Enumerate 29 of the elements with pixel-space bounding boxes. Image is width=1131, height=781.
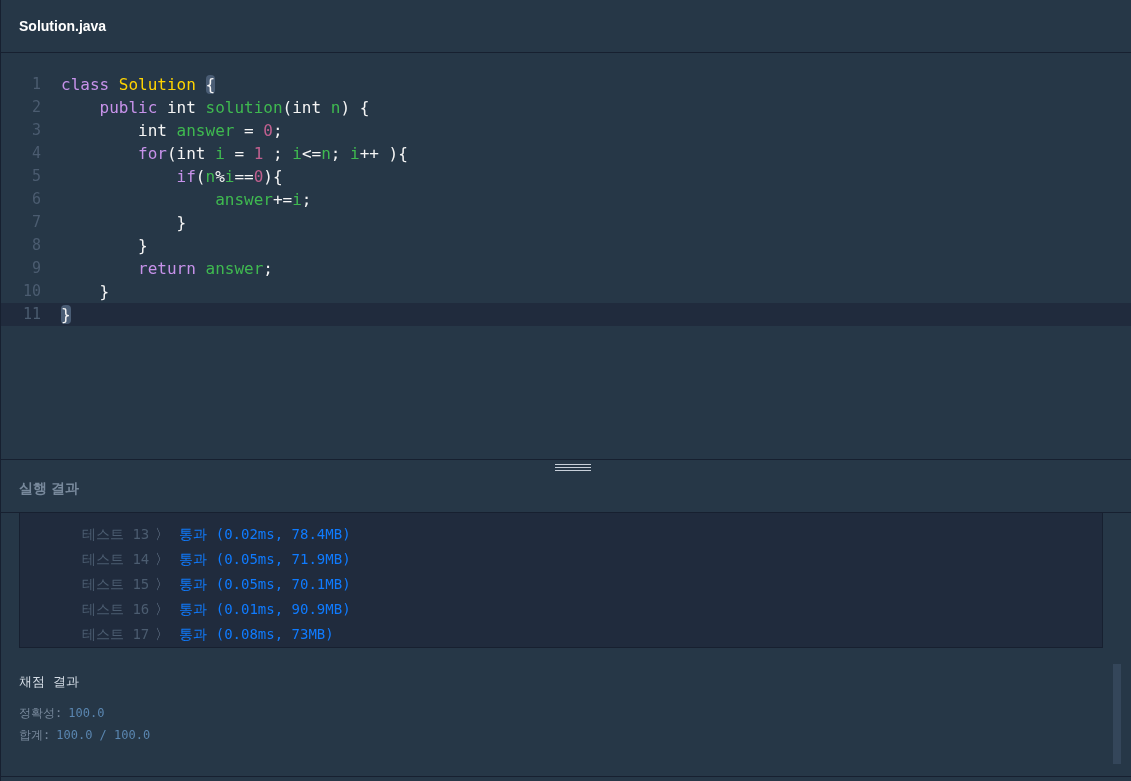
test-result: 통과 (0.02ms, 78.4MB) (179, 525, 351, 544)
code-line: return answer; (137, 257, 273, 280)
code-line: answer+=i; (214, 188, 312, 211)
code-line: for(int i = 1 ; i<=n; i++ ){ (137, 142, 408, 165)
code-line: if(n%i==0){ (175, 165, 283, 188)
file-name[interactable]: Solution.java (19, 15, 107, 37)
test-result: 통과 (0.08ms, 73MB) (179, 625, 334, 644)
test-result: 통과 (0.05ms, 71.9MB) (179, 550, 351, 569)
grading-value: 100.0 / 100.0 (56, 726, 151, 744)
code-line: int answer = 0; (137, 119, 283, 142)
results-title: 실행 결과 (19, 478, 79, 498)
code-line: } (61, 303, 71, 326)
code-line: } (137, 234, 148, 257)
code-line: } (175, 211, 187, 234)
code-line: class Solution { (61, 73, 216, 96)
code-line: } (98, 280, 110, 303)
grading-label: 합계: (19, 726, 51, 744)
test-arrow: 〉 (155, 550, 170, 569)
test-arrow: 〉 (155, 525, 170, 544)
test-arrow: 〉 (155, 600, 170, 619)
code-line: public int solution(int n) { (98, 96, 370, 119)
test-arrow: 〉 (155, 575, 170, 594)
test-arrow: 〉 (155, 625, 170, 644)
grading-title: 채점 결과 (19, 673, 80, 691)
resize-handle-icon[interactable] (555, 463, 591, 473)
grading-value: 100.0 (68, 704, 105, 722)
grading-label: 정확성: (19, 704, 63, 722)
test-result: 통과 (0.05ms, 70.1MB) (179, 575, 351, 594)
test-result: 통과 (0.01ms, 90.9MB) (179, 600, 351, 619)
